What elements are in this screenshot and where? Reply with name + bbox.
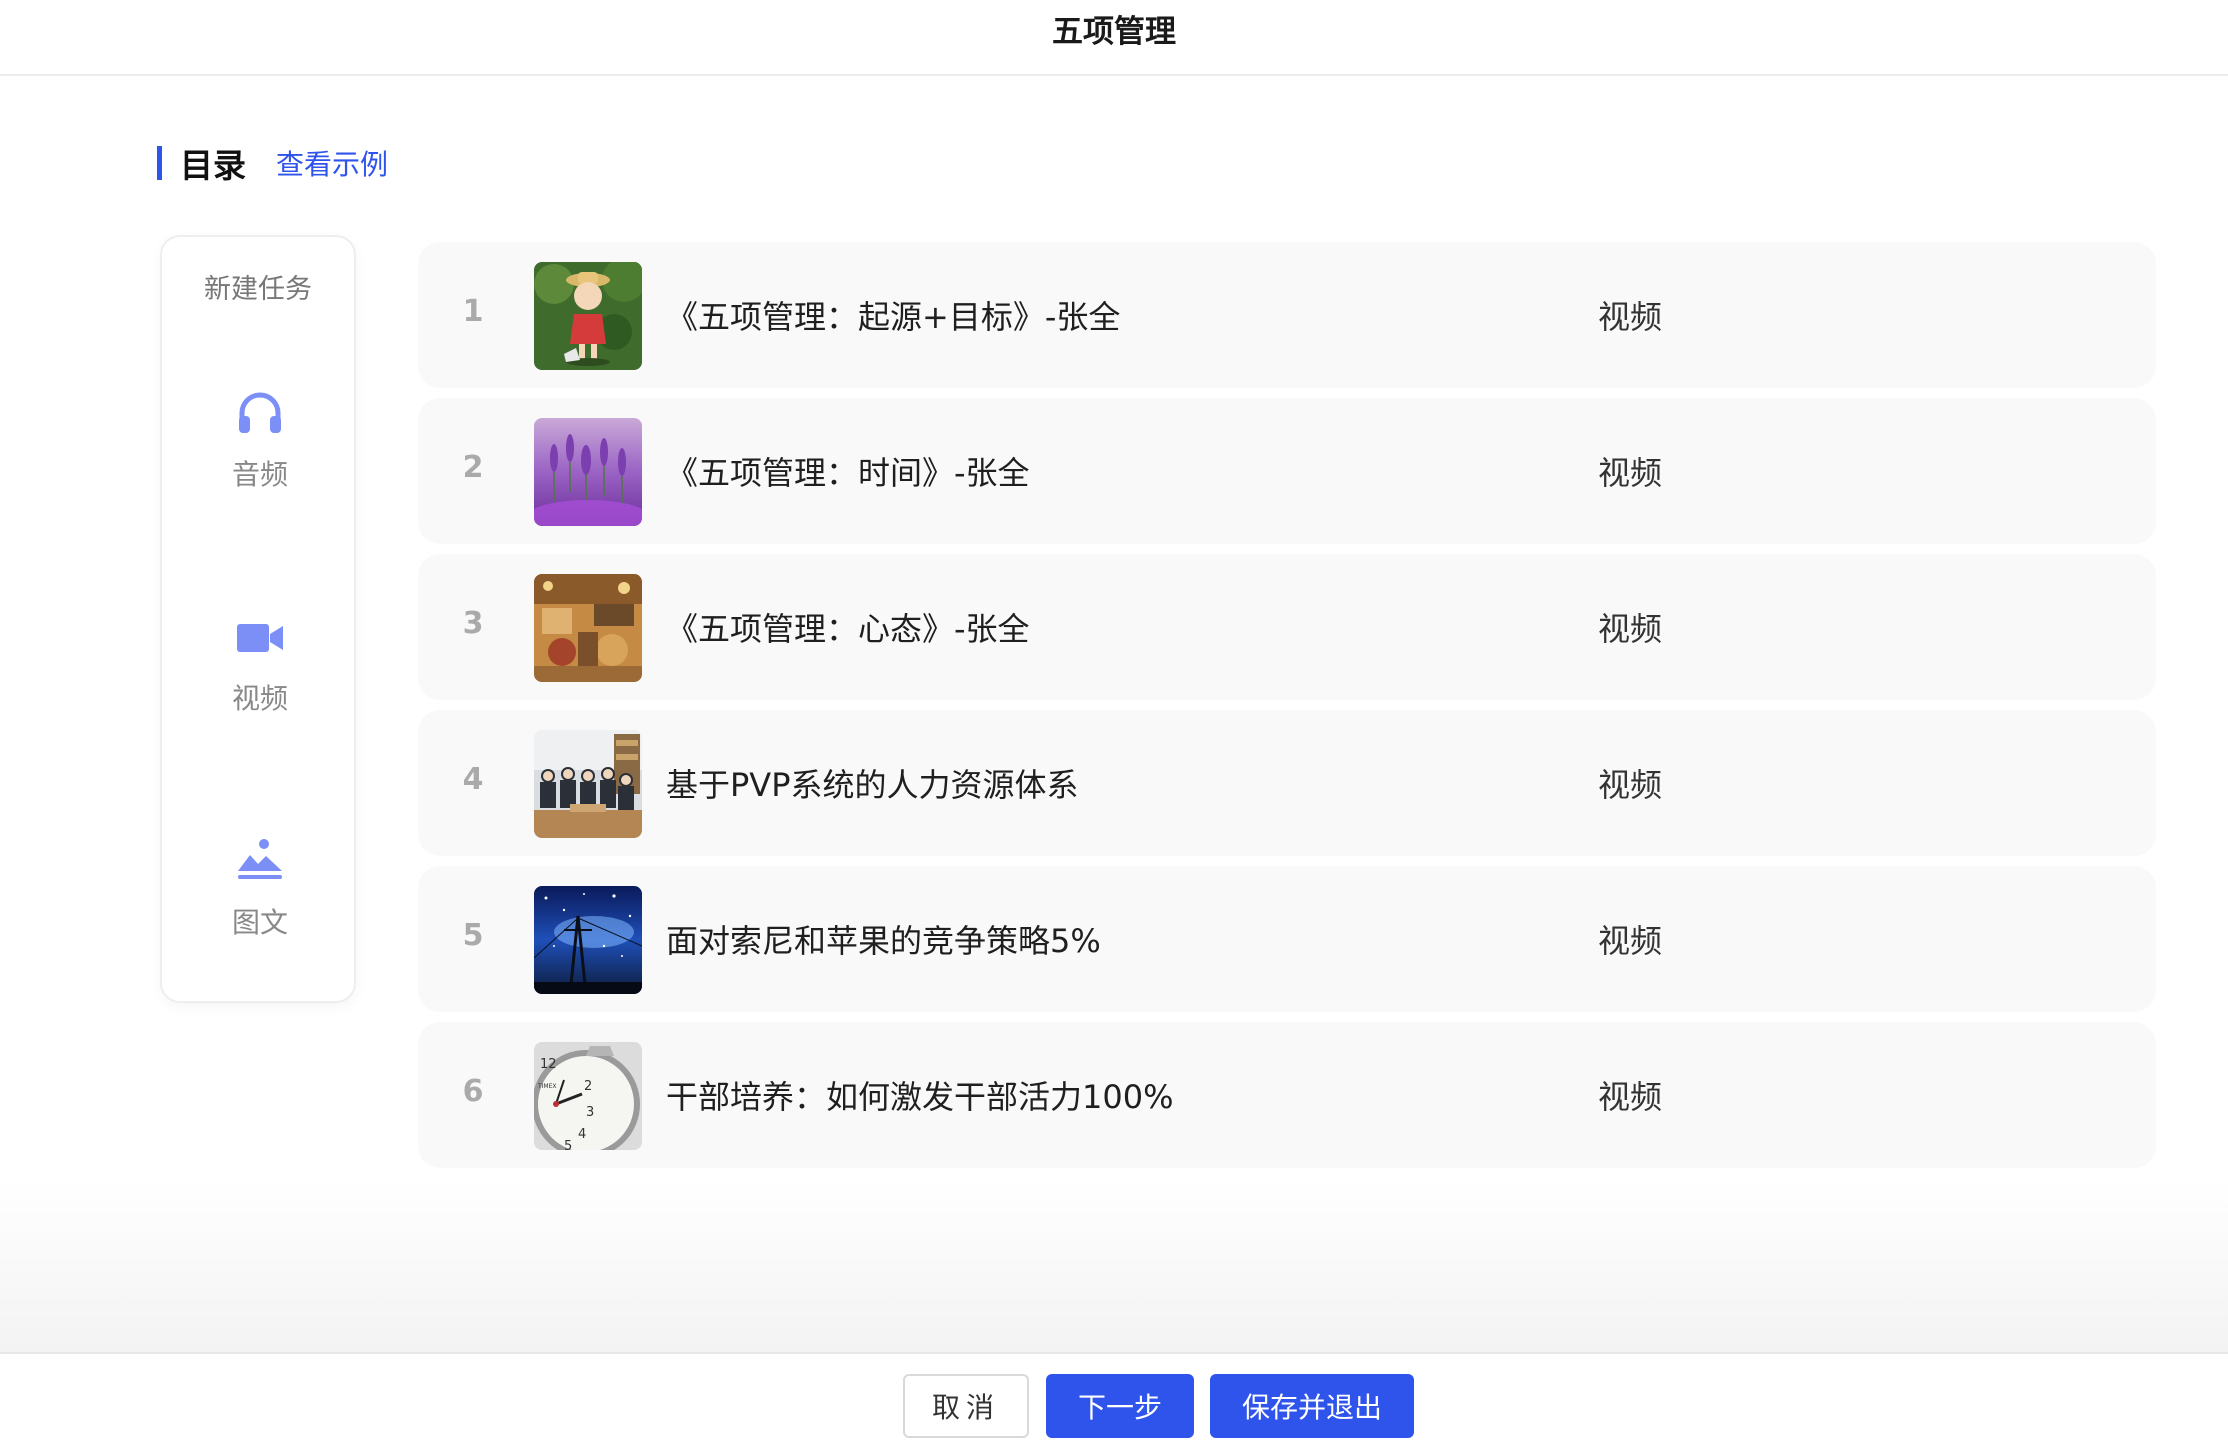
task-index: 6 <box>462 1074 484 1109</box>
task-type: 视频 <box>1598 298 1663 336</box>
section-heading: 目录 查看示例 <box>157 143 388 185</box>
task-title: 《五项管理：时间》-张全 <box>666 454 1030 492</box>
new-task-panel: 新建任务 音频 视频 图文 <box>160 235 356 1003</box>
task-list: 1 《五项管理：起源+目标》-张全 视频 2 《五项管理：时间》-张全 视频 3… <box>418 242 2156 1178</box>
task-row[interactable]: 1 《五项管理：起源+目标》-张全 视频 <box>418 242 2156 388</box>
add-video-button[interactable]: 视频 <box>162 611 358 731</box>
task-row[interactable]: 6 12 2 3 4 5 TIMEX 干部培养：如何激发干部活力100% 视频 <box>418 1022 2156 1168</box>
save-and-exit-button[interactable]: 保存并退出 <box>1210 1374 1414 1438</box>
svg-text:TIMEX: TIMEX <box>537 1083 557 1090</box>
task-index: 4 <box>462 762 484 797</box>
task-index: 3 <box>462 606 484 641</box>
image-text-icon <box>238 839 282 879</box>
task-row[interactable]: 5 面对索尼和苹果的竞争策略5% 视频 <box>418 866 2156 1012</box>
video-camera-icon <box>237 624 283 652</box>
header-bar: 五项管理 <box>0 0 2228 76</box>
task-type: 视频 <box>1598 1078 1663 1116</box>
task-thumbnail <box>534 730 642 838</box>
new-task-title: 新建任务 <box>204 274 312 305</box>
svg-text:2: 2 <box>584 1079 592 1094</box>
task-index: 5 <box>462 918 484 953</box>
svg-text:5: 5 <box>564 1139 572 1150</box>
task-type: 视频 <box>1598 610 1663 648</box>
footer-bar: 取消 下一步 保存并退出 <box>0 1352 2228 1450</box>
task-title: 《五项管理：心态》-张全 <box>666 610 1030 648</box>
task-row[interactable]: 3 《五项管理：心态》-张全 视频 <box>418 554 2156 700</box>
task-row[interactable]: 4 基于PVP系统的人力资源体系 视频 <box>418 710 2156 856</box>
add-image-text-label: 图文 <box>231 906 288 939</box>
task-index: 1 <box>462 294 484 329</box>
task-title: 面对索尼和苹果的竞争策略5% <box>666 922 1101 960</box>
task-type: 视频 <box>1598 454 1663 492</box>
add-audio-button[interactable]: 音频 <box>162 387 358 507</box>
task-thumbnail: 12 2 3 4 5 TIMEX <box>534 1042 642 1150</box>
task-title: 基于PVP系统的人力资源体系 <box>666 766 1079 804</box>
task-thumbnail <box>534 418 642 526</box>
section-title: 目录 <box>180 146 246 185</box>
next-step-button[interactable]: 下一步 <box>1046 1374 1194 1438</box>
svg-text:12: 12 <box>540 1057 557 1072</box>
headphones-icon <box>239 392 281 433</box>
task-type: 视频 <box>1598 922 1663 960</box>
add-audio-label: 音频 <box>231 458 288 491</box>
task-row[interactable]: 2 《五项管理：时间》-张全 视频 <box>418 398 2156 544</box>
task-thumbnail <box>534 574 642 682</box>
section-accent-bar <box>157 146 162 180</box>
svg-text:4: 4 <box>578 1127 586 1142</box>
svg-text:3: 3 <box>586 1105 594 1120</box>
page-title: 五项管理 <box>1052 14 1176 50</box>
task-type: 视频 <box>1598 766 1663 804</box>
task-thumbnail <box>534 262 642 370</box>
cancel-button[interactable]: 取消 <box>903 1374 1029 1438</box>
task-title: 干部培养：如何激发干部活力100% <box>666 1078 1174 1116</box>
task-thumbnail <box>534 886 642 994</box>
view-example-link[interactable]: 查看示例 <box>276 143 388 183</box>
add-image-text-button[interactable]: 图文 <box>162 835 358 955</box>
task-title: 《五项管理：起源+目标》-张全 <box>666 298 1121 336</box>
page: 五项管理 目录 查看示例 新建任务 音频 视频 图文 1 《五项管理：起源+目标… <box>0 0 2228 1450</box>
task-index: 2 <box>462 450 484 485</box>
add-video-label: 视频 <box>231 682 288 715</box>
